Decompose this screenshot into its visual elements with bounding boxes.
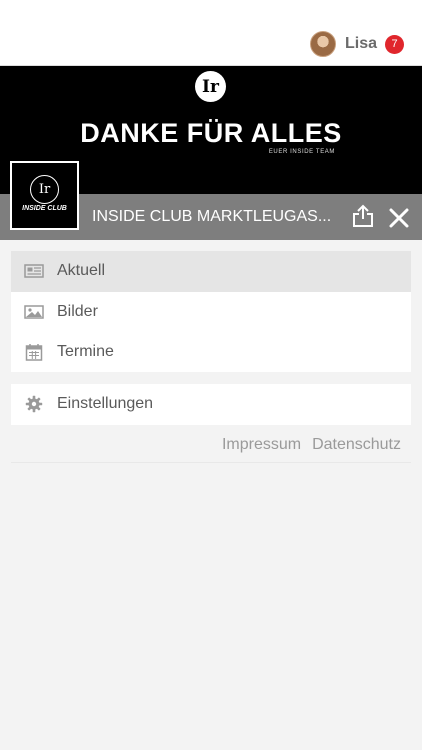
menu-item-termine[interactable]: Termine (11, 332, 411, 373)
club-logo-mark: Ir (30, 175, 59, 204)
menu-item-einstellungen[interactable]: Einstellungen (11, 384, 411, 425)
close-icon[interactable] (388, 207, 410, 229)
share-icon[interactable] (352, 204, 374, 228)
menu-item-label: Aktuell (57, 262, 106, 280)
banner-headline: DANKE FÜR ALLES (80, 118, 342, 148)
menu-item-label: Einstellungen (57, 395, 154, 413)
notification-badge[interactable]: 7 (385, 34, 404, 54)
image-icon (24, 303, 44, 321)
club-name: INSIDE CLUB MARKTLEUGAS... (92, 208, 332, 225)
calendar-icon (24, 343, 44, 361)
main-menu: Aktuell Bilder Termine (11, 251, 411, 372)
menu-item-bilder[interactable]: Bilder (11, 292, 411, 333)
menu-item-label: Bilder (57, 302, 98, 320)
club-logo-wordmark: INSIDE CLUB (22, 205, 67, 212)
footer-divider (11, 462, 411, 463)
club-logo: Ir INSIDE CLUB (10, 161, 79, 230)
settings-menu: Einstellungen (11, 384, 411, 425)
impressum-link[interactable]: Impressum (222, 436, 301, 454)
newspaper-icon (24, 262, 44, 280)
datenschutz-link[interactable]: Datenschutz (312, 436, 401, 454)
banner-logo: Ir (195, 71, 226, 102)
menu-item-label: Termine (57, 343, 114, 361)
gear-icon (24, 395, 44, 413)
user-avatar[interactable] (309, 31, 336, 57)
user-name[interactable]: Lisa (345, 35, 377, 53)
menu-item-aktuell[interactable]: Aktuell (11, 251, 411, 292)
top-bar: Lisa 7 (0, 0, 422, 66)
banner-subline: EUER INSIDE TEAM (268, 149, 335, 155)
user-profile[interactable]: Lisa 7 (309, 30, 404, 58)
footer-links: Impressum Datenschutz (222, 436, 401, 454)
